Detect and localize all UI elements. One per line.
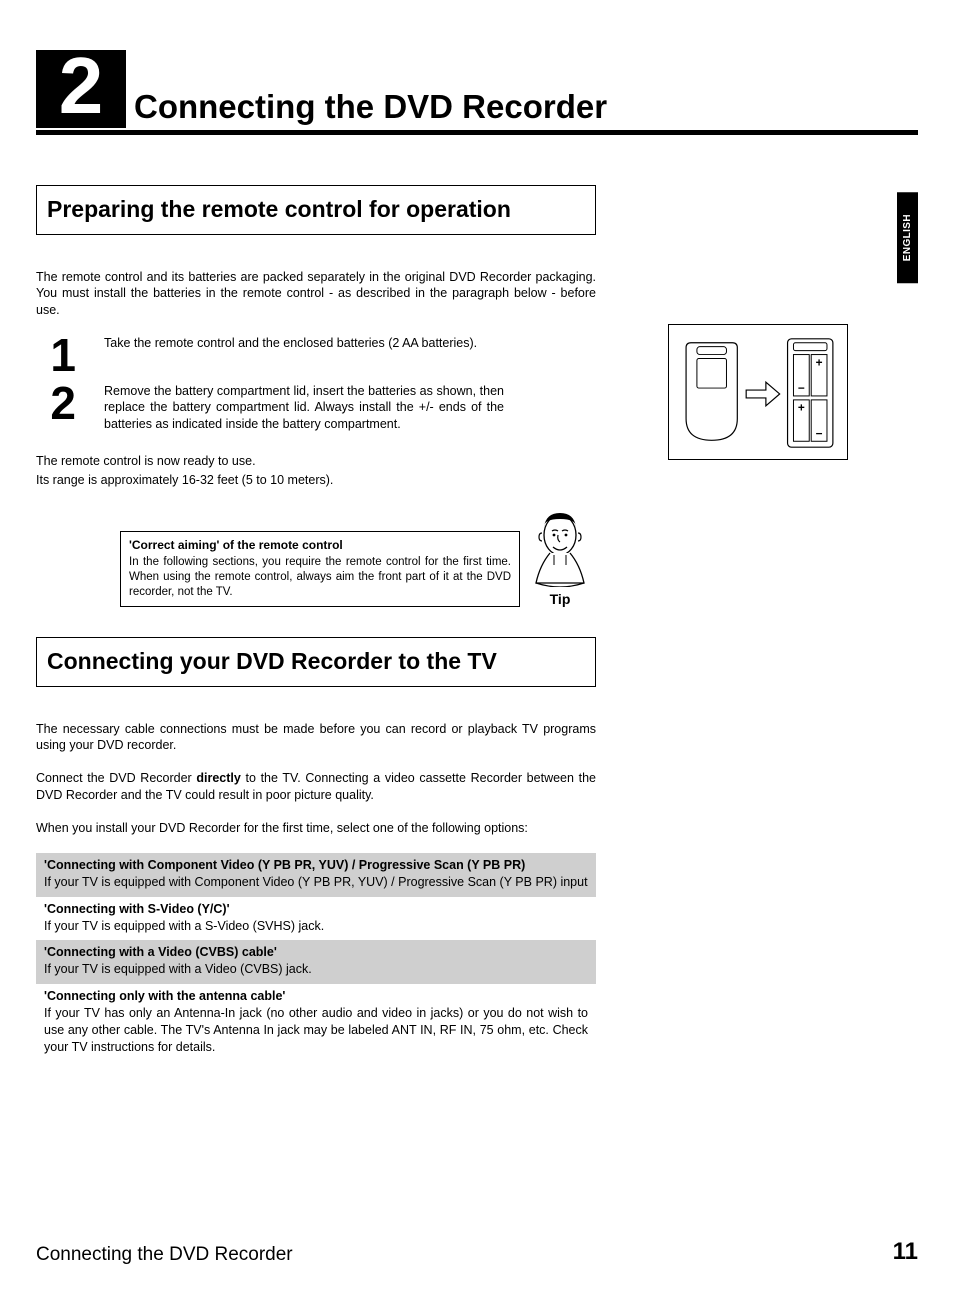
- chapter-number-box: 2: [36, 50, 126, 128]
- ready-line-2: Its range is approximately 16-32 feet (5…: [36, 472, 596, 489]
- tip-title: 'Correct aiming' of the remote control: [129, 538, 511, 552]
- connect-p2-pre: Connect the DVD Recorder: [36, 771, 196, 785]
- step-row: 2 Remove the battery compartment lid, in…: [36, 383, 596, 434]
- tip-face-icon: [530, 507, 590, 587]
- option-title: 'Connecting with a Video (CVBS) cable': [44, 944, 588, 961]
- connect-p2-bold: directly: [196, 771, 240, 785]
- tip-text: In the following sections, you require t…: [129, 555, 511, 600]
- connect-p2: Connect the DVD Recorder directly to the…: [36, 770, 596, 804]
- option-desc: If your TV has only an Antenna-In jack (…: [44, 1005, 588, 1056]
- option-antenna: 'Connecting only with the antenna cable'…: [36, 984, 596, 1062]
- tip-label: Tip: [550, 591, 571, 607]
- connect-p3: When you install your DVD Recorder for t…: [36, 820, 596, 837]
- option-desc: If your TV is equipped with a Video (CVB…: [44, 961, 588, 978]
- remote-diagram-svg: − + + −: [669, 325, 847, 459]
- option-s-video: 'Connecting with S-Video (Y/C)' If your …: [36, 897, 596, 941]
- svg-text:+: +: [816, 355, 823, 369]
- chapter-header: 2 Connecting the DVD Recorder: [36, 50, 918, 135]
- svg-text:−: −: [798, 381, 805, 395]
- main-content: Preparing the remote control for operati…: [36, 185, 596, 1062]
- chapter-number: 2: [59, 46, 104, 126]
- ready-line-1: The remote control is now ready to use.: [36, 453, 596, 470]
- step-text: Take the remote control and the enclosed…: [104, 335, 504, 352]
- tip-block: 'Correct aiming' of the remote control I…: [36, 507, 596, 607]
- remote-battery-diagram: − + + −: [668, 324, 848, 460]
- option-component-video: 'Connecting with Component Video (Y PB P…: [36, 853, 596, 897]
- intro-paragraph: The remote control and its batteries are…: [36, 269, 596, 320]
- option-title: 'Connecting with Component Video (Y PB P…: [44, 857, 588, 874]
- option-desc: If your TV is equipped with a S-Video (S…: [44, 918, 588, 935]
- option-desc: If your TV is equipped with Component Vi…: [44, 874, 588, 891]
- tip-icon-column: Tip: [530, 507, 590, 607]
- option-title: 'Connecting with S-Video (Y/C)': [44, 901, 588, 918]
- steps-list: 1 Take the remote control and the enclos…: [36, 335, 596, 433]
- connect-p1: The necessary cable connections must be …: [36, 721, 596, 755]
- page-footer: Connecting the DVD Recorder 11: [36, 1238, 918, 1266]
- step-row: 1 Take the remote control and the enclos…: [36, 335, 596, 376]
- page-number: 11: [893, 1238, 918, 1266]
- step-number: 1: [36, 335, 76, 376]
- footer-title: Connecting the DVD Recorder: [36, 1244, 293, 1266]
- svg-text:−: −: [816, 426, 823, 440]
- step-number: 2: [36, 383, 76, 424]
- svg-text:+: +: [798, 401, 805, 415]
- chapter-title: Connecting the DVD Recorder: [134, 88, 607, 128]
- option-title: 'Connecting only with the antenna cable': [44, 988, 588, 1005]
- tip-box: 'Correct aiming' of the remote control I…: [120, 531, 520, 607]
- step-text: Remove the battery compartment lid, inse…: [104, 383, 504, 434]
- language-tab: ENGLISH: [897, 192, 918, 283]
- option-cvbs: 'Connecting with a Video (CVBS) cable' I…: [36, 940, 596, 984]
- section-heading-connect-tv: Connecting your DVD Recorder to the TV: [36, 637, 596, 687]
- section-heading-remote: Preparing the remote control for operati…: [36, 185, 596, 235]
